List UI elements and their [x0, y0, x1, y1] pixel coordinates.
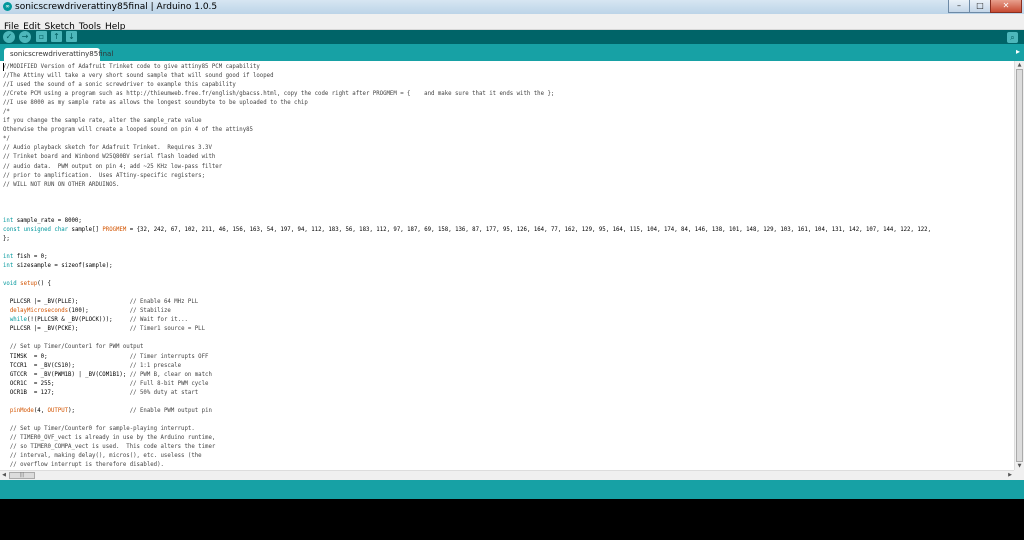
- code-line: OCR1C = 255; // Full 8-bit PWM cycle: [3, 380, 209, 387]
- serial-monitor-icon[interactable]: ⌕: [1007, 32, 1018, 43]
- vertical-scroll-thumb[interactable]: [1016, 69, 1023, 462]
- title-bar: ∞ sonicscrewdriverattiny85final | Arduin…: [0, 0, 1024, 14]
- code-line: // Set up Timer/Counter0 for sample-play…: [3, 425, 195, 432]
- code-line: OCR1B = 127; // 50% duty at start: [3, 389, 199, 396]
- code-line: //I use 8000 as my sample rate as allows…: [3, 100, 308, 107]
- verify-icon[interactable]: ✓: [3, 31, 15, 43]
- code-line: int fish = 0;: [3, 253, 48, 260]
- minimize-button[interactable]: –: [948, 0, 970, 13]
- code-line: void setup() {: [3, 281, 51, 288]
- code-line: int sizesample = sizeof(sample);: [3, 263, 113, 270]
- code-line: //The Attiny will take a very short soun…: [3, 73, 274, 80]
- code-line: delayMicroseconds(100); // Stabilize: [9, 308, 171, 315]
- code-line: // prior to amplification. Uses ATtiny-s…: [3, 172, 206, 179]
- code-line: Otherwise the program will create a loop…: [3, 127, 253, 134]
- status-bar: [0, 480, 1024, 499]
- code-line: // so TIMER0_COMPA_vect is used. This co…: [3, 443, 216, 450]
- code-line: // Set up Timer/Counter1 for PWM output: [3, 344, 144, 351]
- code-text[interactable]: //MODIFIED Version of Adafruit Trinket c…: [0, 61, 1014, 470]
- code-line: //I used the sound of a sonic screwdrive…: [3, 82, 236, 89]
- scrollbar-corner: [1014, 470, 1024, 480]
- code-line: // WILL NOT RUN ON OTHER ARDUINOS.: [3, 181, 120, 188]
- code-line: if you change the sample rate, alter the…: [3, 118, 202, 125]
- code-line: };: [3, 235, 10, 242]
- close-button[interactable]: ✕: [990, 0, 1022, 13]
- code-line: // Audio playback sketch for Adafruit Tr…: [3, 145, 212, 152]
- open-icon[interactable]: ↑: [51, 31, 62, 42]
- scroll-down-icon[interactable]: ▼: [1015, 462, 1024, 470]
- code-line: //Crete PCM using a program such as http…: [3, 91, 555, 98]
- code-line: //MODIFIED Version of Adafruit Trinket c…: [3, 64, 260, 70]
- tab-sketch[interactable]: sonicscrewdriverattiny85final: [4, 48, 113, 61]
- menu-bar: File Edit Sketch Tools Help: [0, 14, 1024, 32]
- code-line: // interval, making delay(), micros(), e…: [3, 453, 202, 460]
- code-line: int sample_rate = 8000;: [3, 217, 82, 224]
- new-icon[interactable]: ▫: [36, 31, 47, 42]
- console-area: [0, 499, 1024, 540]
- code-line: pinMode(4, OUTPUT); // Enable PWM output…: [9, 407, 212, 414]
- tab-menu-arrow-icon[interactable]: ▸: [1016, 47, 1020, 56]
- code-line: TIMSK = 0; // Timer interrupts OFF: [3, 353, 209, 360]
- tab-strip: sonicscrewdriverattiny85final ▸: [0, 44, 1024, 61]
- code-line: while(!(PLLCSR & _BV(PLOCK))); // Wait f…: [9, 317, 188, 324]
- scroll-right-icon[interactable]: ▶: [1006, 471, 1014, 480]
- maximize-button[interactable]: □: [969, 0, 991, 13]
- code-line: PLLCSR |= _BV(PLLE); // Enable 64 MHz PL…: [3, 299, 199, 306]
- save-icon[interactable]: ↓: [66, 31, 77, 42]
- upload-icon[interactable]: →: [19, 31, 31, 43]
- arduino-logo-icon: ∞: [3, 2, 12, 11]
- code-line: GTCCR = _BV(PWM1B) | _BV(COM1B1); // PWM…: [3, 371, 212, 378]
- window-controls: – □ ✕: [948, 0, 1022, 13]
- code-line: // audio data. PWM output on pin 4; add …: [3, 163, 223, 170]
- code-line: */: [3, 136, 10, 143]
- code-line: // Trinket board and Winbond W25Q80BV se…: [3, 154, 216, 161]
- horizontal-scrollbar[interactable]: ◀ ||| ▶: [0, 470, 1014, 480]
- code-line: const unsigned char sample[] PROGMEM = {…: [3, 226, 932, 233]
- code-line: // overflow interrupt is therefore disab…: [3, 462, 164, 469]
- code-line: TCCR1 = _BV(CS10); // 1:1 prescale: [3, 362, 182, 369]
- vertical-scrollbar[interactable]: ▲ ▼: [1014, 61, 1024, 470]
- code-line: /*: [3, 109, 10, 116]
- code-line: PLLCSR |= _BV(PCKE); // Timer1 source = …: [3, 326, 206, 333]
- scroll-up-icon[interactable]: ▲: [1015, 61, 1024, 69]
- horizontal-scroll-thumb[interactable]: |||: [9, 472, 35, 479]
- code-line: // TIMER0_OVF_vect is already in use by …: [3, 434, 216, 441]
- text-cursor: [3, 63, 4, 71]
- window-title: sonicscrewdriverattiny85final | Arduino …: [15, 2, 218, 12]
- toolbar: ✓ → ▫ ↑ ↓ ⌕: [0, 30, 1024, 44]
- code-editor[interactable]: //MODIFIED Version of Adafruit Trinket c…: [0, 61, 1014, 470]
- scroll-left-icon[interactable]: ◀: [0, 471, 8, 480]
